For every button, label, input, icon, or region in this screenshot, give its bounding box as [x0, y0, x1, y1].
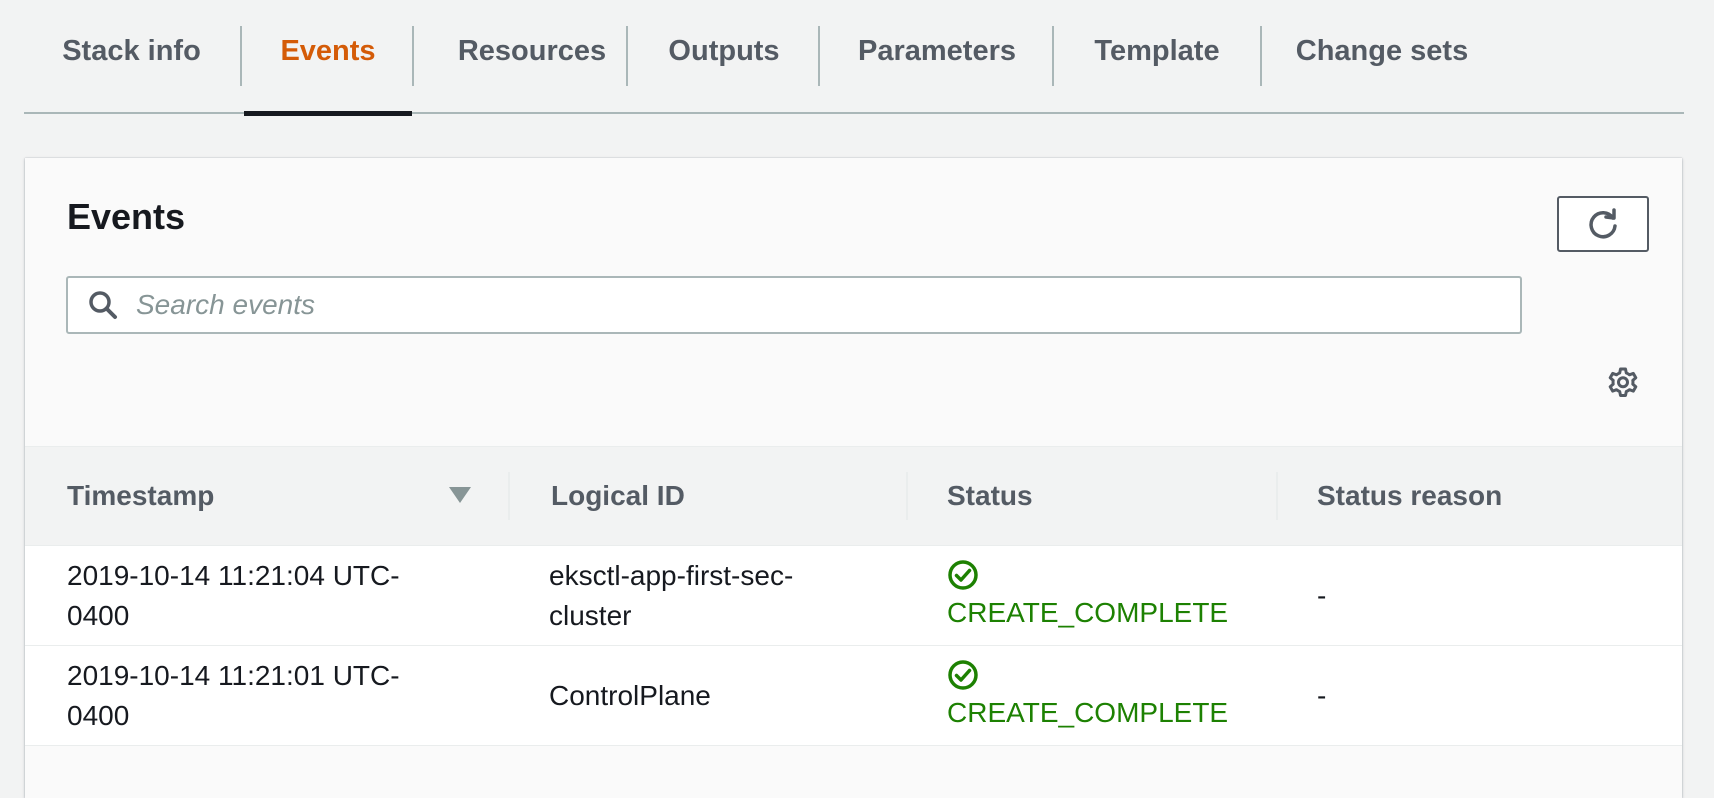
timestamp-line: 2019-10-14 11:21:01 UTC-: [67, 659, 400, 691]
status-reason-cell: -: [1317, 579, 1327, 611]
timestamp-line: 0400: [67, 599, 130, 631]
logical-id-line: ControlPlane: [549, 679, 711, 711]
status-cell: CREATE_COMPLETE: [947, 546, 1228, 645]
timestamp-line: 2019-10-14 11:21:04 UTC-: [67, 559, 400, 591]
tab-divider: [240, 26, 242, 86]
gear-icon[interactable]: [1605, 366, 1641, 402]
success-check-icon: [948, 659, 978, 690]
tab-stack-info[interactable]: Stack info: [24, 0, 239, 114]
search-box: [66, 276, 1522, 334]
logical-id-line: cluster: [549, 599, 632, 631]
tab-label: Events: [280, 34, 376, 67]
column-header-logical-id[interactable]: Logical ID: [551, 447, 685, 545]
column-divider: [906, 472, 908, 520]
tab-label: Template: [1094, 34, 1220, 67]
tab-label: Resources: [457, 34, 607, 67]
table-row: 2019-10-14 11:21:04 UTC- 0400 eksctl-app-…: [25, 546, 1682, 646]
success-check-icon: [948, 559, 978, 590]
tab-resources[interactable]: Resources: [414, 0, 650, 114]
events-panel: Events Timestamp Logical ID Status: [25, 158, 1682, 798]
status-text: CREATE_COMPLETE: [947, 596, 1229, 628]
logical-id-line: eksctl-app-first-sec-: [549, 559, 794, 591]
tab-label: Stack info: [62, 34, 201, 67]
tab-events[interactable]: Events: [244, 0, 412, 116]
column-header-label: Logical ID: [551, 480, 685, 511]
status-cell: CREATE_COMPLETE: [947, 646, 1228, 745]
status-reason-cell: -: [1317, 679, 1327, 711]
column-header-label: Status reason: [1317, 480, 1503, 511]
logical-id-cell: ControlPlane: [549, 646, 711, 745]
column-divider: [508, 472, 510, 520]
timestamp-cell: 2019-10-14 11:21:04 UTC- 0400: [67, 546, 400, 645]
status-text: CREATE_COMPLETE: [947, 696, 1229, 728]
refresh-button[interactable]: [1557, 196, 1649, 252]
logical-id-cell: eksctl-app-first-sec-cluster: [549, 546, 793, 645]
tab-label: Parameters: [858, 34, 1016, 67]
tab-label: Outputs: [668, 34, 780, 67]
sort-descending-icon[interactable]: [449, 487, 471, 503]
refresh-icon: [1589, 208, 1617, 239]
tab-parameters[interactable]: Parameters: [820, 0, 1054, 114]
timestamp-cell: 2019-10-14 11:21:01 UTC- 0400: [67, 646, 400, 745]
tab-bar: Stack info Events Resources Outputs Para…: [24, 0, 1684, 116]
search-icon: [88, 290, 118, 320]
panel-title: Events: [67, 196, 186, 237]
column-header-status[interactable]: Status: [947, 447, 1033, 545]
tab-template[interactable]: Template: [1054, 0, 1260, 114]
table-row: 2019-10-14 11:21:01 UTC- 0400 ControlPlan…: [25, 646, 1682, 746]
column-header-timestamp[interactable]: Timestamp: [67, 447, 214, 545]
column-divider: [1276, 472, 1278, 520]
tab-outputs[interactable]: Outputs: [628, 0, 820, 114]
column-header-label: Status: [947, 480, 1033, 511]
tab-change-sets[interactable]: Change sets: [1262, 0, 1502, 114]
column-header-label: Timestamp: [67, 480, 215, 511]
tab-label: Change sets: [1295, 34, 1469, 67]
search-input[interactable]: [134, 288, 1488, 322]
table-header: Timestamp Logical ID Status Status reaso…: [25, 446, 1682, 546]
column-header-status-reason[interactable]: Status reason: [1317, 447, 1502, 545]
timestamp-line: 0400: [67, 699, 130, 731]
